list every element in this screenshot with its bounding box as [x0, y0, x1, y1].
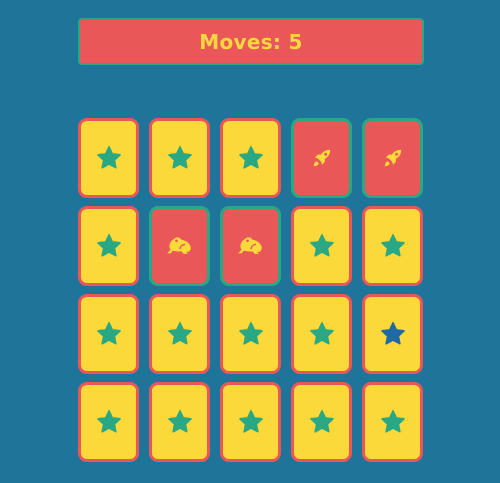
- frog-icon: [237, 234, 265, 258]
- card-r1-c3[interactable]: [220, 118, 281, 198]
- star-icon: [238, 321, 264, 347]
- card-r1-c5[interactable]: [362, 118, 423, 198]
- star-icon: [309, 409, 335, 435]
- star-icon: [309, 321, 335, 347]
- card-r2-c1[interactable]: [78, 206, 139, 286]
- star-icon: [96, 145, 122, 171]
- star-icon: [167, 321, 193, 347]
- card-r3-c3[interactable]: [220, 294, 281, 374]
- star-icon: [96, 233, 122, 259]
- card-r1-c2[interactable]: [149, 118, 210, 198]
- star-icon: [309, 233, 335, 259]
- star-icon: [380, 409, 406, 435]
- card-r3-c4[interactable]: [291, 294, 352, 374]
- card-r2-c3[interactable]: [220, 206, 281, 286]
- card-grid: [78, 118, 423, 462]
- card-r4-c2[interactable]: [149, 382, 210, 462]
- rocket-icon: [311, 147, 333, 169]
- card-r3-c1[interactable]: [78, 294, 139, 374]
- card-r4-c1[interactable]: [78, 382, 139, 462]
- card-r1-c4[interactable]: [291, 118, 352, 198]
- moves-banner: Moves: 5: [78, 18, 424, 65]
- card-r4-c3[interactable]: [220, 382, 281, 462]
- frog-icon: [166, 234, 194, 258]
- card-r3-c2[interactable]: [149, 294, 210, 374]
- card-r3-c5[interactable]: [362, 294, 423, 374]
- rocket-icon: [382, 147, 404, 169]
- card-r2-c4[interactable]: [291, 206, 352, 286]
- star-icon: [167, 409, 193, 435]
- card-r4-c5[interactable]: [362, 382, 423, 462]
- star-icon: [238, 145, 264, 171]
- star-icon: [96, 409, 122, 435]
- moves-counter: Moves: 5: [199, 29, 303, 54]
- star-icon: [238, 409, 264, 435]
- star-icon: [167, 145, 193, 171]
- star-icon: [96, 321, 122, 347]
- star-icon: [380, 321, 406, 347]
- card-r1-c1[interactable]: [78, 118, 139, 198]
- card-r4-c4[interactable]: [291, 382, 352, 462]
- star-icon: [380, 233, 406, 259]
- card-r2-c2[interactable]: [149, 206, 210, 286]
- card-r2-c5[interactable]: [362, 206, 423, 286]
